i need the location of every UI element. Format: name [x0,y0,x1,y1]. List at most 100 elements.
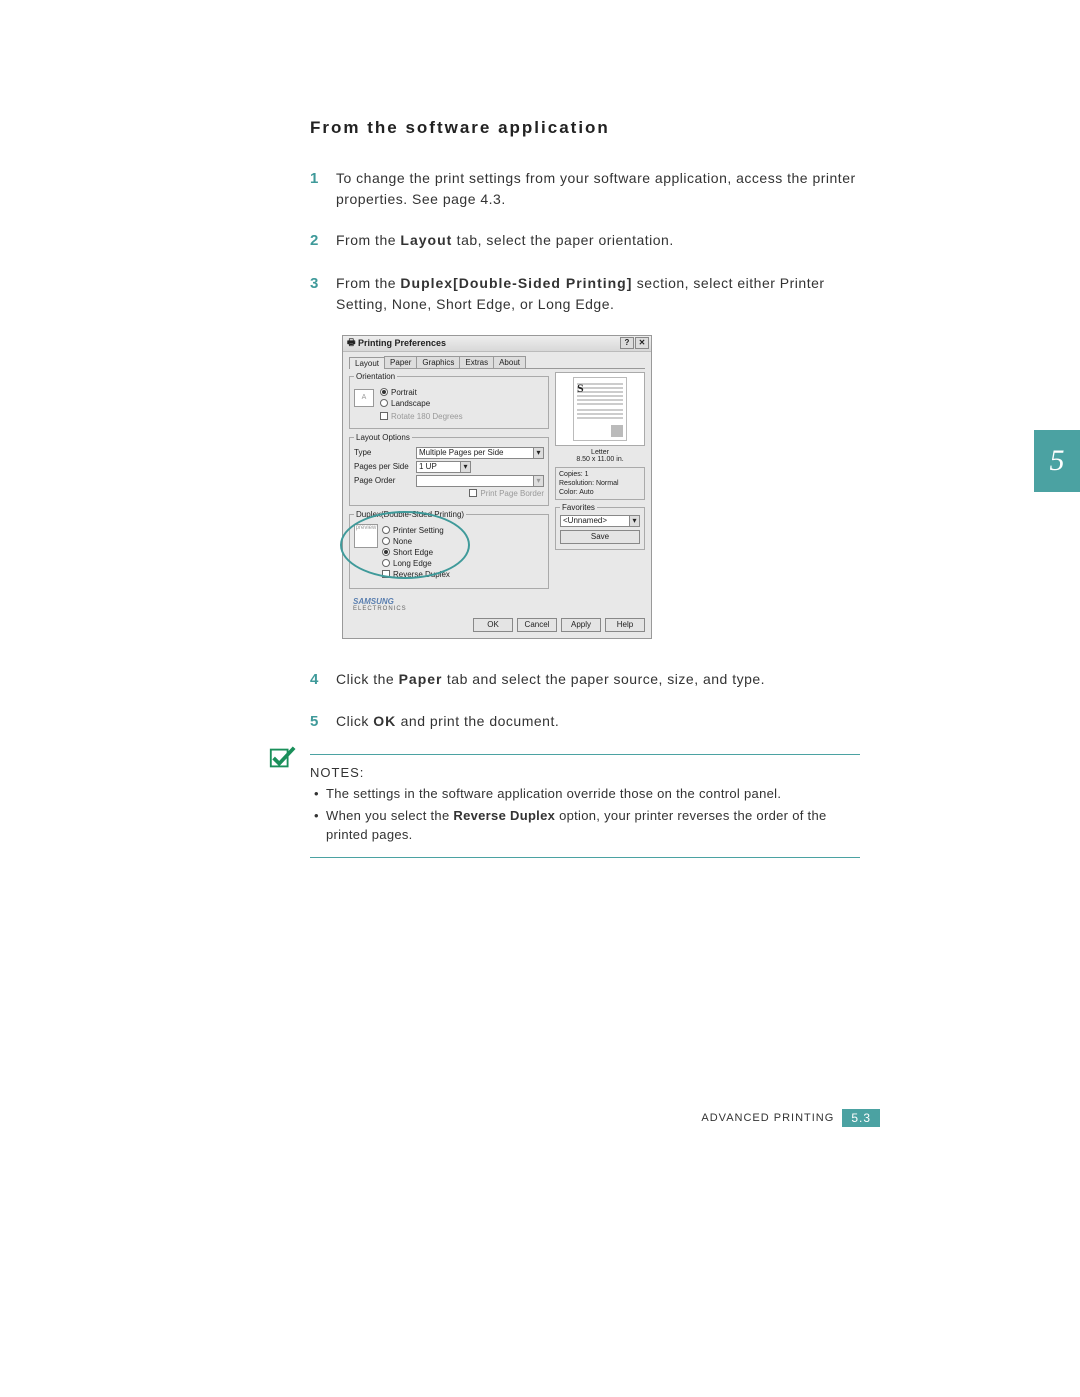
label-page-order: Page Order [354,476,416,485]
favorites-legend: Favorites [560,503,597,512]
step4-post: tab and select the paper source, size, a… [443,671,766,687]
step2-bold: Layout [400,232,452,248]
layout-options-legend: Layout Options [354,433,412,442]
radio-none[interactable] [382,537,390,545]
dialog-titlebar: 🖶 Printing Preferences ? ✕ [343,336,651,352]
step-text-2: From the Layout tab, select the paper or… [336,230,674,253]
radio-short-edge[interactable] [382,548,390,556]
step5-pre: Click [336,713,373,729]
chevron-down-icon: ▾ [460,462,470,472]
info-copies: Copies: 1 [559,470,641,479]
step-number-3: 3 [310,273,336,315]
select-pps-value: 1 UP [419,462,437,471]
notes-rule-bottom [310,857,860,858]
step-number-4: 4 [310,669,336,692]
radio-long-edge[interactable] [382,559,390,567]
label-type: Type [354,448,416,457]
info-resolution: Resolution: Normal [559,479,641,488]
chevron-down-icon: ▾ [629,516,639,526]
step2-pre: From the [336,232,400,248]
tab-paper[interactable]: Paper [384,356,417,368]
page-footer: ADVANCED PRINTING 5.3 [701,1109,880,1127]
select-type[interactable]: Multiple Pages per Side ▾ [416,447,544,459]
step-text-1: To change the print settings from your s… [336,168,860,210]
checkmark-icon [268,744,296,772]
favorites-value: <Unnamed> [563,516,607,525]
printer-icon: 🖶 [347,335,356,351]
checkbox-rotate[interactable] [380,412,388,420]
orientation-legend: Orientation [354,372,397,381]
brand-logo: SAMSUNG ELECTRONICS [349,593,549,614]
radio-printer-setting[interactable] [382,526,390,534]
info-color: Color: Auto [559,488,641,497]
note2-pre: When you select the [326,808,453,823]
label-portrait: Portrait [391,388,417,397]
notes-label: NOTES: [310,765,364,780]
preview-letter: S [577,381,584,396]
label-reverse-duplex: Reverse Duplex [393,570,450,579]
preview-paper-label: Letter 8.50 x 11.00 in. [555,449,645,463]
orientation-icon: A [354,389,374,407]
favorites-group: Favorites <Unnamed> ▾ Save [555,503,645,550]
preview-paper-dim: 8.50 x 11.00 in. [555,456,645,463]
duplex-icon: preview [354,524,378,548]
select-type-value: Multiple Pages per Side [419,448,504,457]
label-page-border: Print Page Border [480,489,544,498]
close-button[interactable]: ✕ [635,337,649,349]
preview-block-icon [611,425,623,437]
chevron-down-icon: ▾ [533,448,543,458]
tab-graphics[interactable]: Graphics [416,356,460,368]
step4-bold: Paper [399,671,443,687]
tab-extras[interactable]: Extras [459,356,494,368]
save-button[interactable]: Save [560,530,640,544]
label-landscape: Landscape [391,399,430,408]
ok-button[interactable]: OK [473,618,513,632]
apply-button[interactable]: Apply [561,618,601,632]
step-text-3: From the Duplex[Double-Sided Printing] s… [336,273,860,315]
checkbox-page-border [469,489,477,497]
section-heading: From the software application [310,118,860,138]
checkbox-reverse-duplex[interactable] [382,570,390,578]
step5-bold: OK [373,713,396,729]
chevron-down-icon: ▾ [533,476,543,486]
step3-bold: Duplex[Double-Sided Printing] [400,275,632,291]
duplex-legend: Duplex(Double-Sided Printing) [354,510,466,519]
step2-post: tab, select the paper orientation. [452,232,673,248]
brand-sub: ELECTRONICS [353,606,549,612]
help-button[interactable]: ? [620,337,634,349]
duplex-group: Duplex(Double-Sided Printing) preview Pr… [349,510,549,589]
step-number-2: 2 [310,230,336,253]
select-pages-per-side[interactable]: 1 UP ▾ [416,461,471,473]
select-page-order: ▾ [416,475,544,487]
label-printer-setting: Printer Setting [393,526,444,535]
tab-about[interactable]: About [493,356,526,368]
note-item-2: When you select the Reverse Duplex optio… [314,806,860,845]
cancel-button[interactable]: Cancel [517,618,557,632]
notes-block: NOTES: The settings in the software appl… [310,754,860,858]
step-number-1: 1 [310,168,336,210]
label-rotate: Rotate 180 Degrees [391,412,463,421]
radio-landscape[interactable] [380,399,388,407]
layout-options-group: Layout Options Type Multiple Pages per S… [349,433,549,506]
tab-layout[interactable]: Layout [349,357,385,369]
step-number-5: 5 [310,711,336,734]
label-pages-per-side: Pages per Side [354,462,416,471]
dialog-tabs: Layout Paper Graphics Extras About [349,356,645,369]
step-text-4: Click the Paper tab and select the paper… [336,669,765,692]
step5-post: and print the document. [396,713,559,729]
footer-label: ADVANCED PRINTING [701,1112,834,1124]
dialog-title: Printing Preferences [358,338,446,348]
help-button-bottom[interactable]: Help [605,618,645,632]
footer-page-badge: 5.3 [842,1109,880,1127]
page-preview: S [555,372,645,446]
radio-portrait[interactable] [380,388,388,396]
orientation-group: Orientation A Portrait Landscape Rotate … [349,372,549,429]
step-text-5: Click OK and print the document. [336,711,559,734]
label-none: None [393,537,412,546]
label-long-edge: Long Edge [393,559,432,568]
printing-preferences-dialog: 🖶 Printing Preferences ? ✕ Layout Paper … [342,335,652,639]
print-info: Copies: 1 Resolution: Normal Color: Auto [555,467,645,500]
select-favorites[interactable]: <Unnamed> ▾ [560,515,640,527]
note-item-1: The settings in the software application… [314,784,860,804]
label-short-edge: Short Edge [393,548,433,557]
